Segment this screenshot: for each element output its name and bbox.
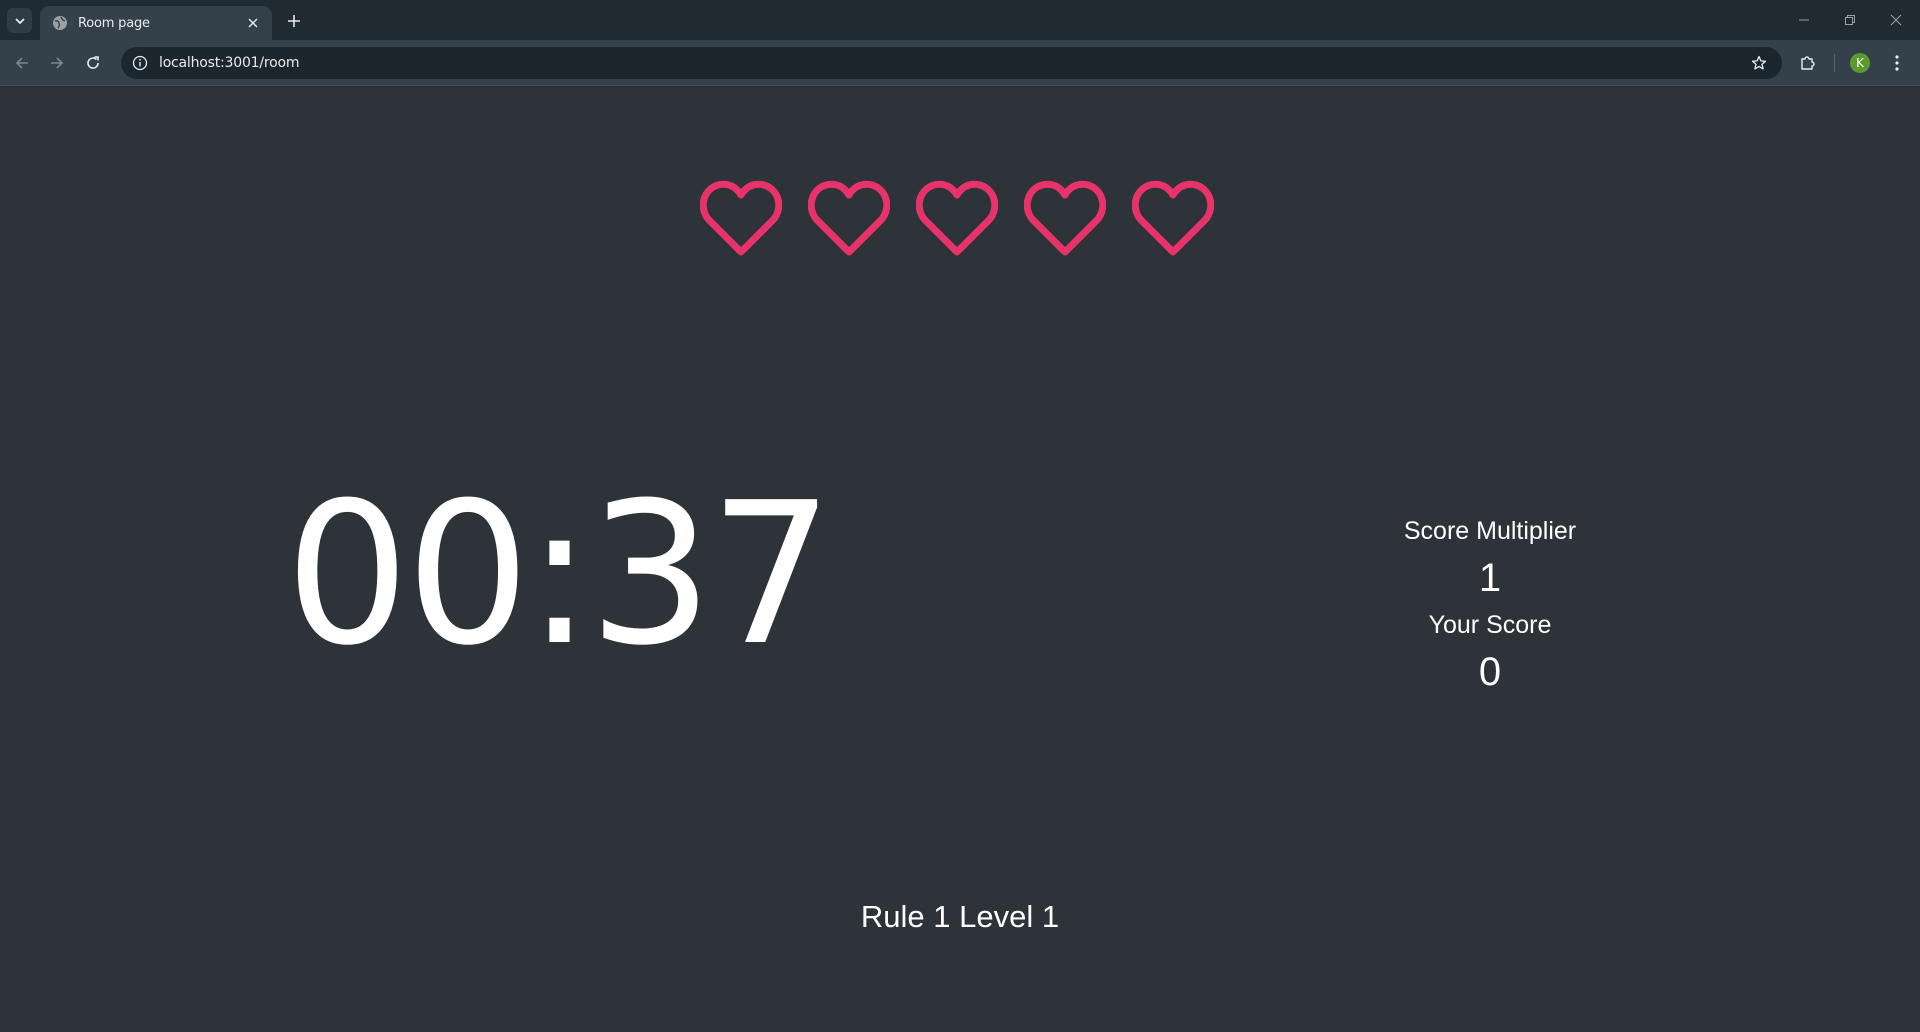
forward-button[interactable] bbox=[43, 49, 71, 77]
tab-search-button[interactable] bbox=[7, 8, 32, 33]
tab-title: Room page bbox=[78, 15, 150, 31]
heart-icon bbox=[1132, 180, 1214, 256]
back-button[interactable] bbox=[8, 49, 36, 77]
more-menu-button[interactable] bbox=[1883, 49, 1911, 77]
heart-icon bbox=[808, 180, 890, 256]
address-bar[interactable]: localhost:3001/room bbox=[121, 47, 1782, 79]
reload-icon bbox=[87, 56, 99, 69]
extensions-icon bbox=[1801, 56, 1815, 70]
restore-icon bbox=[1845, 15, 1855, 25]
your-score-label: Your Score bbox=[1428, 611, 1552, 639]
close-tab-button[interactable] bbox=[244, 14, 262, 32]
url-text: localhost:3001/room bbox=[159, 55, 300, 71]
browser-tab[interactable]: Room page bbox=[40, 6, 272, 40]
site-info-button[interactable] bbox=[126, 49, 154, 77]
heart-icon bbox=[700, 180, 782, 256]
profile-button[interactable]: K bbox=[1846, 49, 1874, 77]
heart-icon bbox=[1024, 180, 1106, 256]
browser-toolbar: localhost:3001/room K bbox=[0, 40, 1920, 86]
close-icon bbox=[248, 18, 258, 28]
rule-level-text: Rule 1 Level 1 bbox=[860, 899, 1060, 934]
minimize-icon bbox=[1799, 19, 1809, 21]
globe-favicon-icon bbox=[53, 16, 67, 30]
countdown-timer: 00:37 bbox=[285, 461, 834, 689]
avatar: K bbox=[1850, 53, 1870, 73]
score-multiplier-label: Score Multiplier bbox=[1403, 517, 1577, 545]
score-multiplier-value: 1 bbox=[1478, 556, 1502, 600]
reload-button[interactable] bbox=[79, 49, 107, 77]
star-icon bbox=[1751, 55, 1767, 70]
browser-tabstrip: Room page bbox=[0, 0, 1920, 40]
heart-icon bbox=[916, 180, 998, 256]
restore-button[interactable] bbox=[1827, 0, 1873, 40]
toolbar-divider bbox=[1834, 54, 1835, 72]
more-icon bbox=[1895, 55, 1899, 71]
chevron-down-icon bbox=[14, 17, 25, 24]
close-window-button[interactable] bbox=[1873, 0, 1919, 40]
plus-icon bbox=[288, 15, 300, 27]
score-panel: Score Multiplier 1 Your Score 0 bbox=[1380, 515, 1600, 703]
close-window-icon bbox=[1890, 14, 1902, 26]
back-icon bbox=[15, 57, 28, 69]
new-tab-button[interactable] bbox=[281, 8, 307, 34]
your-score-value: 0 bbox=[1478, 650, 1502, 694]
forward-icon bbox=[51, 57, 64, 69]
bookmark-button[interactable] bbox=[1748, 52, 1770, 74]
extensions-button[interactable] bbox=[1794, 49, 1822, 77]
minimize-button[interactable] bbox=[1781, 0, 1827, 40]
lives-hearts bbox=[700, 178, 1220, 262]
site-info-icon bbox=[132, 55, 148, 71]
